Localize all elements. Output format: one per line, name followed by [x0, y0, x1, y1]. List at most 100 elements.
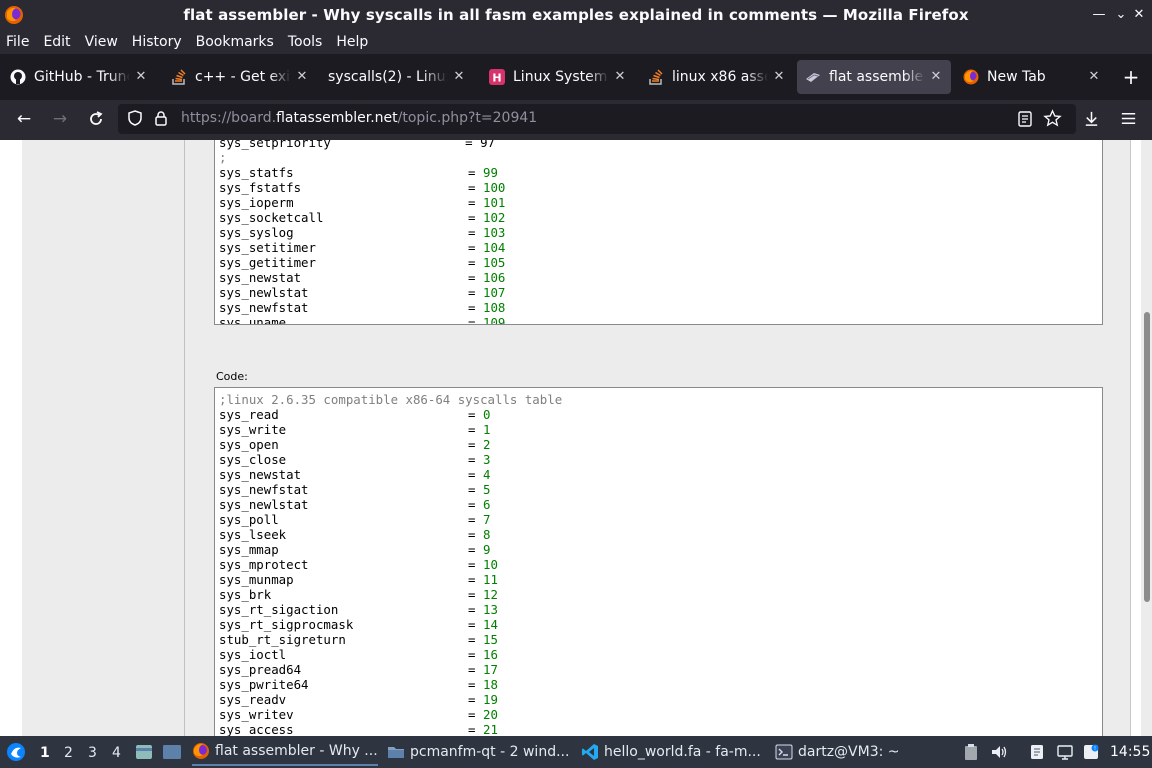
syscall-number: 2: [483, 437, 491, 452]
syscall-name: sys_open: [219, 437, 279, 452]
code-line: sys_syslog = 103: [219, 225, 506, 240]
svg-text:!: !: [1094, 746, 1096, 752]
minimize-button[interactable]: —: [1090, 6, 1108, 24]
code-line: ;: [219, 150, 226, 165]
tab-cpp-exit[interactable]: c++ - Get exit ✕: [163, 60, 317, 94]
firefox-icon: [963, 69, 979, 85]
code-line: sys_munmap = 11: [219, 572, 498, 587]
code-line: sys_write = 1: [219, 422, 491, 437]
close-tab-icon[interactable]: ✕: [1087, 70, 1101, 84]
notes-tray-icon[interactable]: [1028, 743, 1046, 761]
forward-button[interactable]: →: [50, 109, 70, 129]
back-button[interactable]: ←: [14, 109, 34, 129]
close-tab-icon[interactable]: ✕: [134, 70, 148, 84]
code-line: sys_setitimer = 104: [219, 240, 506, 255]
code-line: sys_newlstat = 107: [219, 285, 506, 300]
task-terminal[interactable]: dartz@VM3: ~: [775, 738, 961, 766]
tab-linux-x86-assembly[interactable]: linux x86 assembly ✕: [640, 60, 794, 94]
new-tab-button[interactable]: +: [1121, 67, 1141, 87]
menu-file[interactable]: File: [6, 34, 29, 50]
menu-history[interactable]: History: [132, 34, 182, 50]
code-line: sys_pread64 = 17: [219, 662, 498, 677]
task-label: dartz@VM3: ~: [798, 744, 900, 760]
syscall-name: sys_setitimer: [219, 240, 316, 255]
syscall-number: 8: [483, 527, 491, 542]
syscall-number: 14: [483, 617, 498, 632]
reader-view-icon[interactable]: [1016, 110, 1034, 128]
shield-icon[interactable]: [126, 109, 144, 127]
close-tab-icon[interactable]: ✕: [772, 70, 786, 84]
code-block-top[interactable]: sys_setpriority = 97 ; sys_statfs = 99 sys…: [214, 140, 1103, 325]
url-text[interactable]: https://board.flatassembler.net/topic.ph…: [181, 110, 537, 126]
menu-edit[interactable]: Edit: [43, 34, 70, 50]
window-titlebar[interactable]: flat assembler - Why syscalls in all fas…: [0, 0, 1152, 30]
tab-label: c++ - Get exit: [195, 69, 291, 85]
syscall-number: 1: [483, 422, 491, 437]
network-icon[interactable]: [1056, 743, 1074, 761]
menu-view[interactable]: View: [85, 34, 118, 50]
tab-linux-system-call[interactable]: H Linux System Call ✕: [481, 60, 635, 94]
code-line: sys_poll = 7: [219, 512, 491, 527]
menu-bar: File Edit View History Bookmarks Tools H…: [0, 30, 1152, 54]
tab-new-tab[interactable]: New Tab ✕: [955, 60, 1109, 94]
firefox-icon: [5, 6, 23, 24]
code-line: sys_readv = 19: [219, 692, 498, 707]
workspace-2[interactable]: 2: [64, 745, 73, 761]
task-pcmanfm[interactable]: pcmanfm-qt - 2 wind...: [387, 738, 573, 766]
close-tab-icon[interactable]: ✕: [929, 70, 943, 84]
reload-icon[interactable]: [86, 109, 106, 129]
show-desktop-icon[interactable]: [162, 743, 182, 761]
page-scrollbar-thumb[interactable]: [1144, 312, 1150, 602]
clipboard-tray-icon[interactable]: [962, 743, 980, 761]
url-host: flatassembler.net: [276, 110, 398, 126]
code-line: sys_lseek = 8: [219, 527, 491, 542]
code-line: sys_writev = 20: [219, 707, 498, 722]
code-line: sys_fstatfs = 100: [219, 180, 506, 195]
maximize-button[interactable]: ⌄: [1112, 6, 1130, 24]
hamburger-menu-icon[interactable]: [1119, 109, 1138, 128]
code-line: stub_rt_sigreturn = 15: [219, 632, 498, 647]
code-line: sys_newstat = 106: [219, 270, 506, 285]
menu-bookmarks[interactable]: Bookmarks: [196, 34, 274, 50]
bookmark-star-icon[interactable]: [1043, 109, 1062, 128]
syscall-name: sys_mprotect: [219, 557, 309, 572]
menu-tools[interactable]: Tools: [288, 34, 323, 50]
code-block-bottom[interactable]: ;linux 2.6.35 compatible x86-64 syscalls…: [214, 387, 1103, 736]
file-manager-icon[interactable]: [134, 743, 154, 761]
close-tab-icon[interactable]: ✕: [452, 70, 466, 84]
close-window-button[interactable]: ✕: [1130, 6, 1148, 24]
lock-icon[interactable]: [152, 109, 170, 127]
task-firefox[interactable]: flat assembler - Why ...: [192, 738, 378, 766]
stackoverflow-icon: [172, 69, 186, 85]
start-menu-icon[interactable]: [6, 742, 26, 762]
syscall-name: sys_close: [219, 452, 287, 467]
update-notifier-icon[interactable]: !: [1082, 743, 1100, 761]
tab-flat-assembler[interactable]: flat assembler ✕: [797, 60, 951, 94]
workspace-1[interactable]: 1: [40, 745, 50, 761]
syscall-name: sys_socketcall: [219, 210, 324, 225]
syscall-number: 0: [483, 407, 491, 422]
code-line: sys_ioctl = 16: [219, 647, 498, 662]
menu-help[interactable]: Help: [336, 34, 368, 50]
workspace-3[interactable]: 3: [88, 745, 97, 761]
close-tab-icon[interactable]: ✕: [613, 70, 627, 84]
task-vscode[interactable]: hello_world.fa - fa-m...: [581, 738, 767, 766]
window-title: flat assembler - Why syscalls in all fas…: [183, 6, 969, 24]
code-line: sys_ioperm = 101: [219, 195, 506, 210]
code-line: sys_access = 21: [219, 722, 498, 736]
code-line: sys_rt_sigprocmask = 14: [219, 617, 498, 632]
tab-label: linux x86 assembly: [672, 69, 768, 85]
tab-syscalls-man[interactable]: syscalls(2) - Linux ✕: [320, 60, 474, 94]
close-tab-icon[interactable]: ✕: [295, 70, 309, 84]
code-line: sys_newlstat = 6: [219, 497, 491, 512]
tab-github[interactable]: GitHub - Truncate ✕: [2, 60, 156, 94]
downloads-icon[interactable]: [1082, 109, 1101, 128]
clock[interactable]: 14:55: [1110, 744, 1150, 760]
vscode-icon: [582, 744, 598, 760]
syscall-name: sys_munmap: [219, 572, 294, 587]
syscall-name: sys_mmap: [219, 542, 279, 557]
workspace-4[interactable]: 4: [112, 745, 121, 761]
syscall-name: sys_writev: [219, 707, 294, 722]
volume-icon[interactable]: [990, 743, 1008, 761]
syscall-name: sys_newlstat: [219, 285, 309, 300]
